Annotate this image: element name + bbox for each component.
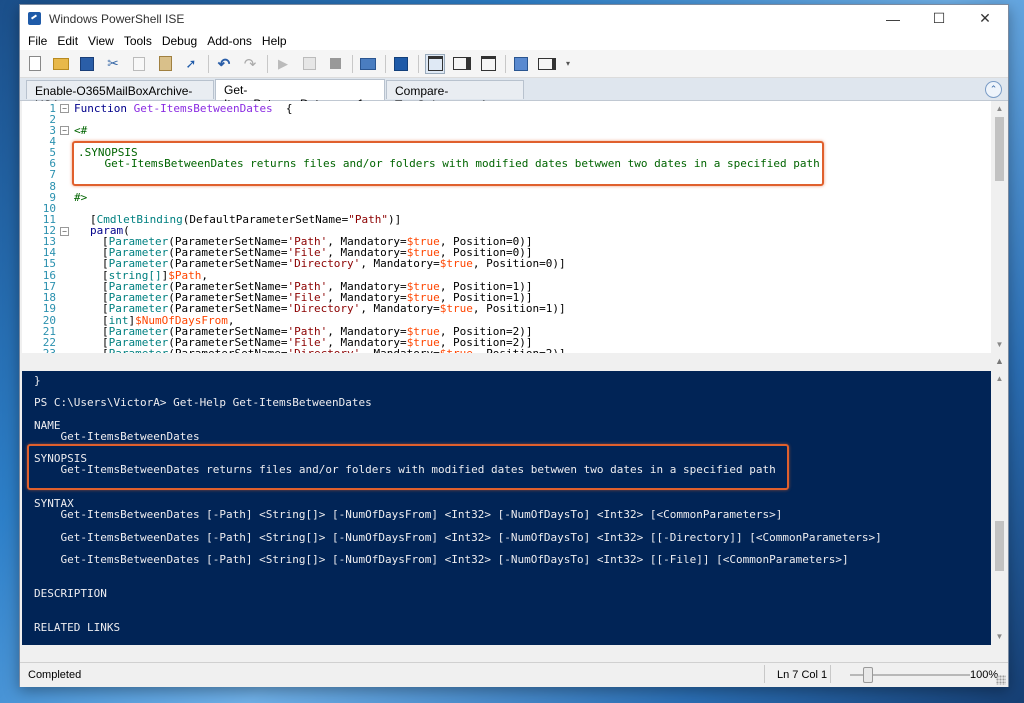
console-line: Get-ItemsBetweenDates [34, 430, 200, 443]
collapse-script-pane-icon[interactable]: ⌃ [985, 81, 1002, 98]
show-command-window-icon[interactable] [512, 55, 530, 73]
scroll-down-icon[interactable]: ▼ [994, 339, 1005, 350]
remote-powershell-icon[interactable] [359, 55, 377, 73]
zoom-level: 100% [970, 669, 999, 681]
script-editor[interactable]: 1234567891011121314151617181920212223 − … [22, 101, 991, 353]
show-script-pane-top-icon[interactable] [425, 53, 445, 74]
code-line-3: <# [74, 124, 88, 137]
fold-toggle-icon[interactable]: − [60, 104, 69, 113]
code-line-1: Function Get-ItemsBetweenDates { [74, 102, 293, 115]
console-pane[interactable]: } PS C:\Users\VictorA> Get-Help Get-Item… [22, 371, 991, 645]
collapse-console-icon[interactable]: ▲ [994, 356, 1005, 367]
cursor-position: Ln 7 Col 1 [777, 669, 828, 681]
toolbar-separator [385, 54, 386, 73]
powershell-ise-icon [28, 12, 41, 25]
scroll-down-icon[interactable]: ▼ [994, 631, 1005, 642]
undo-icon[interactable]: ↶ [215, 55, 233, 73]
fold-toggle-icon[interactable]: − [60, 126, 69, 135]
run-script-icon[interactable]: ▶ [274, 55, 292, 73]
copy-icon[interactable] [130, 55, 148, 73]
console-prompt-line: PS C:\Users\VictorA> Get-Help Get-ItemsB… [34, 396, 372, 409]
minimize-button[interactable]: — [870, 5, 916, 32]
redo-icon[interactable]: ↷ [241, 55, 259, 73]
powershell-ise-window: Windows PowerShell ISE — ☐ ✕ File Edit V… [19, 4, 1009, 687]
run-selection-icon[interactable] [300, 55, 318, 73]
zoom-slider-thumb[interactable] [863, 667, 873, 683]
console-line: } [34, 374, 41, 387]
console-syntax-line: Get-ItemsBetweenDates [-Path] <String[]>… [34, 553, 849, 566]
fold-toggle-icon[interactable]: − [60, 227, 69, 236]
toolbar-separator [267, 54, 268, 73]
editor-vertical-scrollbar[interactable]: ▲ ▼ [991, 101, 1008, 353]
console-syntax-line: Get-ItemsBetweenDates [-Path] <String[]>… [34, 508, 783, 521]
console-heading-description: DESCRIPTION [34, 587, 107, 600]
stop-icon[interactable] [326, 55, 344, 73]
menu-debug[interactable]: Debug [158, 32, 203, 50]
maximize-button[interactable]: ☐ [916, 5, 962, 32]
scroll-up-icon[interactable]: ▲ [994, 373, 1005, 384]
menu-edit[interactable]: Edit [53, 32, 84, 50]
code-line-9: #> [74, 191, 88, 204]
status-divider [764, 665, 765, 683]
toolbar-separator [505, 54, 506, 73]
toolbar-overflow-icon[interactable]: ▾ [564, 55, 572, 73]
powershell-console-icon[interactable] [392, 55, 410, 73]
tab-compare-text-strings[interactable]: Compare-TextStrings.psm1 [386, 80, 524, 112]
pane-splitter[interactable]: ▲ [22, 353, 1008, 371]
paste-icon[interactable] [156, 55, 174, 73]
script-tab-strip: Enable-O365MailBoxArchive-USA.ps1 Get-It… [20, 78, 1008, 112]
menu-file[interactable]: File [24, 32, 53, 50]
clear-console-icon[interactable]: ➚ [182, 55, 200, 73]
menu-tools[interactable]: Tools [120, 32, 158, 50]
scroll-up-icon[interactable]: ▲ [994, 103, 1005, 114]
show-script-pane-right-icon[interactable] [453, 55, 471, 73]
save-icon[interactable] [78, 55, 96, 73]
resize-grip[interactable] [996, 675, 1006, 685]
status-bar: Completed Ln 7 Col 1 100% [20, 662, 1008, 687]
synopsis-highlight-box [27, 444, 789, 490]
menu-add-ons[interactable]: Add-ons [203, 32, 258, 50]
toolbar-separator [208, 54, 209, 73]
show-script-pane-maximized-icon[interactable] [479, 55, 497, 73]
status-divider [830, 665, 831, 683]
tab-enable-o365-mailbox-archive[interactable]: Enable-O365MailBoxArchive-USA.ps1 [26, 80, 214, 112]
menu-view[interactable]: View [84, 32, 120, 50]
code-line-11: [CmdletBinding(DefaultParameterSetName="… [90, 213, 402, 226]
tab-get-items-between-dates[interactable]: Get-ItemsBetweenDates.psm1× [215, 79, 385, 111]
toolbar-separator [352, 54, 353, 73]
console-heading-related-links: RELATED LINKS [34, 621, 121, 634]
new-file-icon[interactable] [26, 55, 44, 73]
menu-help[interactable]: Help [258, 32, 293, 50]
window-title: Windows PowerShell ISE [49, 12, 185, 26]
title-bar: Windows PowerShell ISE — ☐ ✕ [20, 5, 1008, 32]
console-scroll-thumb[interactable] [995, 521, 1004, 571]
console-vertical-scrollbar[interactable]: ▲ ▼ [991, 371, 1008, 645]
cut-icon[interactable]: ✂ [104, 55, 122, 73]
toolbar-separator [418, 54, 419, 73]
console-syntax-line: Get-ItemsBetweenDates [-Path] <String[]>… [34, 531, 882, 544]
show-command-addon-icon[interactable] [538, 55, 556, 73]
editor-scroll-thumb[interactable] [995, 117, 1004, 181]
synopsis-highlight-box [72, 141, 824, 186]
open-folder-icon[interactable] [52, 55, 70, 73]
status-text: Completed [28, 669, 82, 681]
close-button[interactable]: ✕ [962, 5, 1008, 32]
toolbar: ✂ ➚ ↶ ↷ ▶ ▾ [20, 50, 1008, 78]
menu-bar: File Edit View Tools Debug Add-ons Help [20, 32, 1008, 50]
